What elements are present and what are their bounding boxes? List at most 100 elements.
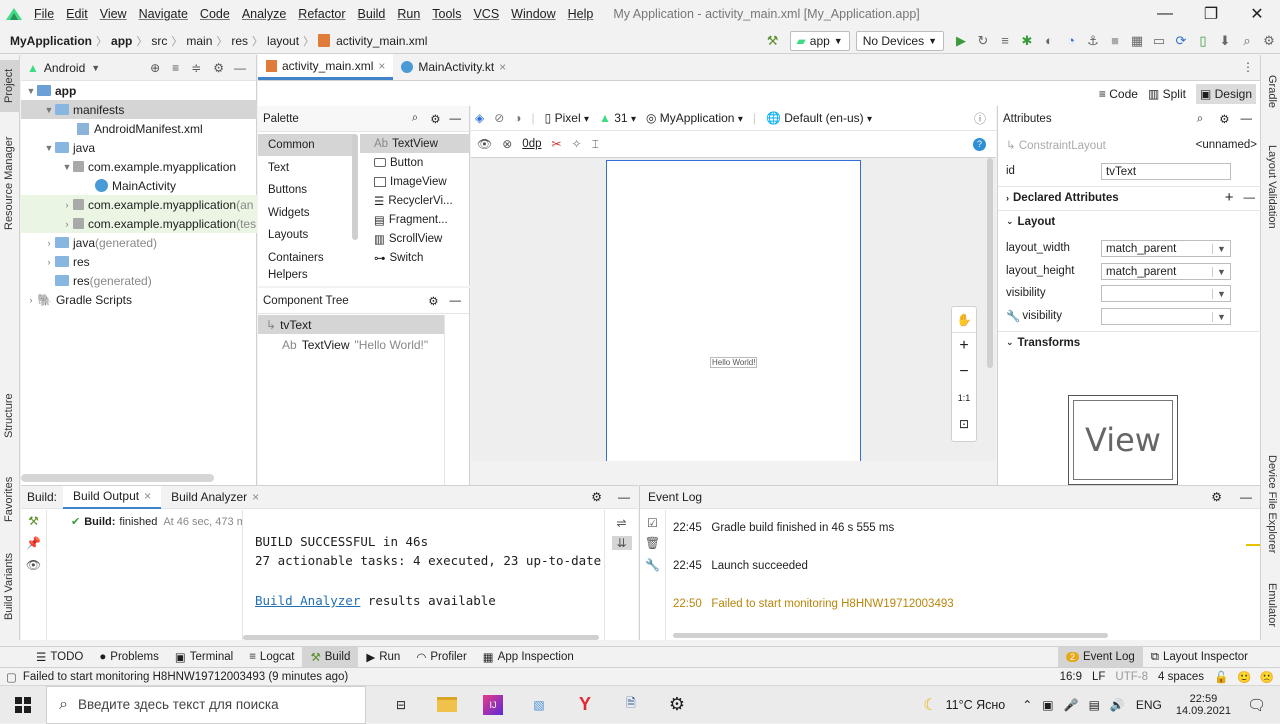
guidelines-icon[interactable]: ⌶ <box>592 137 599 152</box>
tool-todo[interactable]: ☰ TODO <box>28 647 91 668</box>
coverage-icon[interactable]: ◐ <box>1038 33 1060 48</box>
gear-icon[interactable]: ⚙ <box>1219 112 1229 126</box>
build-variants-tool-tab[interactable]: Build Variants <box>3 553 15 620</box>
hide-icon[interactable]: — <box>234 61 246 75</box>
hide-icon[interactable]: — <box>1241 113 1253 125</box>
palette-item-textview[interactable]: Ab TextView <box>360 134 470 153</box>
tool-layout-inspector[interactable]: ⧉ Layout Inspector <box>1143 647 1256 668</box>
toggle-tool-windows-icon[interactable]: ▢ <box>6 670 17 684</box>
palette-category-containers[interactable]: Containers <box>258 247 356 269</box>
soft-wrap-icon[interactable]: ⇌ <box>605 516 638 530</box>
palette-category-buttons[interactable]: Buttons <box>258 179 356 201</box>
close-tab-icon[interactable]: × <box>378 59 385 73</box>
close-button[interactable]: ✕ <box>1234 4 1280 24</box>
locate-icon[interactable]: ⊕ <box>150 61 160 75</box>
taskbar-search[interactable]: ⌕ Введите здесь текст для поиска <box>46 685 366 724</box>
meet-now-icon[interactable]: ▣ <box>1042 698 1053 712</box>
layout-height-select[interactable]: match_parent ▼ <box>1101 263 1231 280</box>
tray-chevron-icon[interactable]: ⌃ <box>1022 698 1032 712</box>
ide-settings-icon[interactable]: ⚙ <box>1258 33 1280 49</box>
tree-item-androidmanifest[interactable]: AndroidManifest.xml <box>21 119 257 138</box>
hide-icon[interactable]: — <box>1240 490 1252 504</box>
device-select[interactable]: ▯ Pixel ▾ <box>545 111 589 125</box>
yandex-browser-icon[interactable]: Y <box>562 686 608 724</box>
windows-start-icon[interactable] <box>0 686 46 724</box>
warning-icon[interactable]: ⓘ <box>974 110 986 127</box>
attach-debugger-icon[interactable]: ⚓ <box>1082 33 1104 49</box>
api-level-select[interactable]: ▲ 31 ▾ <box>599 111 636 125</box>
zoom-actual-size[interactable]: 1:1 <box>952 385 976 411</box>
palette-item-recyclerview[interactable]: ☰ RecyclerVi... <box>360 191 470 210</box>
project-tool-tab[interactable]: Project <box>3 69 15 103</box>
pan-hand-icon[interactable]: ✋ <box>952 307 976 333</box>
resource-manager-tool-tab[interactable]: Resource Manager <box>3 136 15 230</box>
palette-item-scrollview[interactable]: ▥ ScrollView <box>360 229 470 248</box>
paint-icon[interactable]: ▧ <box>516 686 562 724</box>
palette-item-switch[interactable]: ⊶ Switch <box>360 248 470 267</box>
search-icon[interactable]: ⌕ <box>412 112 418 125</box>
close-tab-icon[interactable]: × <box>499 60 506 74</box>
tool-build[interactable]: ⚒ Build <box>302 646 359 668</box>
project-structure-icon[interactable]: ▦ <box>1126 33 1148 49</box>
tool-problems[interactable]: ● Problems <box>91 647 167 668</box>
menu-build[interactable]: Build <box>352 7 392 21</box>
trash-icon[interactable]: 🗑 <box>640 536 665 550</box>
default-margin-field[interactable]: 0dp <box>522 138 541 150</box>
tree-item-res[interactable]: › res <box>21 252 257 271</box>
tree-item-gradle-scripts[interactable]: › 🐘 Gradle Scripts <box>21 290 257 309</box>
tree-item-manifests[interactable]: ▼ manifests <box>21 100 257 119</box>
menu-code[interactable]: Code <box>194 7 236 21</box>
apply-code-changes-icon[interactable]: ≡ <box>994 33 1016 48</box>
device-preview[interactable]: Hello World! <box>606 160 861 461</box>
mode-split[interactable]: ▥ Split <box>1148 87 1186 101</box>
orientation-icon[interactable]: ⊘ <box>494 111 504 125</box>
palette-category-widgets[interactable]: Widgets <box>258 202 356 224</box>
sad-face-icon[interactable]: 🙁 <box>1260 670 1274 684</box>
mark-read-icon[interactable]: ☑ <box>640 516 665 530</box>
lock-icon[interactable]: 🔓 <box>1214 670 1228 684</box>
layout-section[interactable]: ⌄ Layout <box>998 210 1261 232</box>
avd-manager-icon[interactable]: ▯ <box>1192 33 1214 49</box>
declared-attributes-section[interactable]: › Declared Attributes + — <box>998 186 1261 208</box>
jetbrains-icon[interactable]: IJ <box>470 686 516 724</box>
build-analyzer-link[interactable]: Build Analyzer <box>255 593 360 608</box>
id-input[interactable]: tvText <box>1101 163 1231 180</box>
word-icon[interactable]: 🗎 <box>608 686 654 724</box>
breadcrumb-layout[interactable]: layout <box>264 34 302 48</box>
design-canvas[interactable]: Hello World! ✋ + − 1:1 ⊡ <box>471 158 996 461</box>
gear-icon[interactable]: ⚙ <box>428 294 438 308</box>
menu-file[interactable]: File <box>28 7 60 21</box>
autoconnect-icon[interactable]: ⊗ <box>502 137 512 151</box>
breadcrumb-file[interactable]: activity_main.xml <box>333 34 430 48</box>
tree-item-res-generated[interactable]: res (generated) <box>21 271 257 290</box>
tool-terminal[interactable]: ▣ Terminal <box>167 647 241 668</box>
hammer-icon[interactable]: ⚒ <box>21 514 46 528</box>
palette-category-layouts[interactable]: Layouts <box>258 224 356 246</box>
emulator-tool-tab[interactable]: Emulator <box>1266 583 1278 627</box>
build-status-row[interactable]: ✔ Build: finished At 46 sec, 473 ms <box>47 510 242 529</box>
tree-item-java-generated[interactable]: › java (generated) <box>21 233 257 252</box>
tool-app-inspection[interactable]: ▦ App Inspection <box>475 647 582 668</box>
transform-preview[interactable]: View <box>1068 395 1178 485</box>
happy-face-icon[interactable]: 🙂 <box>1237 670 1251 684</box>
status-encoding[interactable]: UTF-8 <box>1115 671 1148 683</box>
canvas-scrollbar[interactable] <box>987 158 993 368</box>
status-line-separator[interactable]: LF <box>1092 671 1105 683</box>
status-position[interactable]: 16:9 <box>1060 671 1082 683</box>
run-config-select[interactable]: ▰ app ▼ <box>789 30 850 51</box>
breadcrumb-res[interactable]: res <box>228 34 251 48</box>
component-tree-root[interactable]: ↳ tvText <box>258 315 444 334</box>
infer-constraints-icon[interactable]: ✧ <box>572 137 582 151</box>
clear-constraints-icon[interactable]: ✂ <box>551 137 561 151</box>
hide-icon[interactable]: — <box>618 490 630 504</box>
search-icon[interactable]: ⌕ <box>1197 113 1203 126</box>
scroll-to-end-icon[interactable]: ⇊ <box>611 536 632 550</box>
project-horizontal-scrollbar[interactable] <box>21 474 214 482</box>
menu-run[interactable]: Run <box>391 7 426 21</box>
expand-all-icon[interactable]: ≡ <box>172 61 179 75</box>
breadcrumb-project[interactable]: MyApplication <box>0 34 95 48</box>
sync-gradle-icon[interactable]: ⟳ <box>1170 33 1192 49</box>
tool-event-log[interactable]: 2 Event Log <box>1057 646 1143 668</box>
wrench-icon[interactable]: 🔧 <box>640 558 665 572</box>
microphone-icon[interactable]: 🎤 <box>1064 698 1079 712</box>
